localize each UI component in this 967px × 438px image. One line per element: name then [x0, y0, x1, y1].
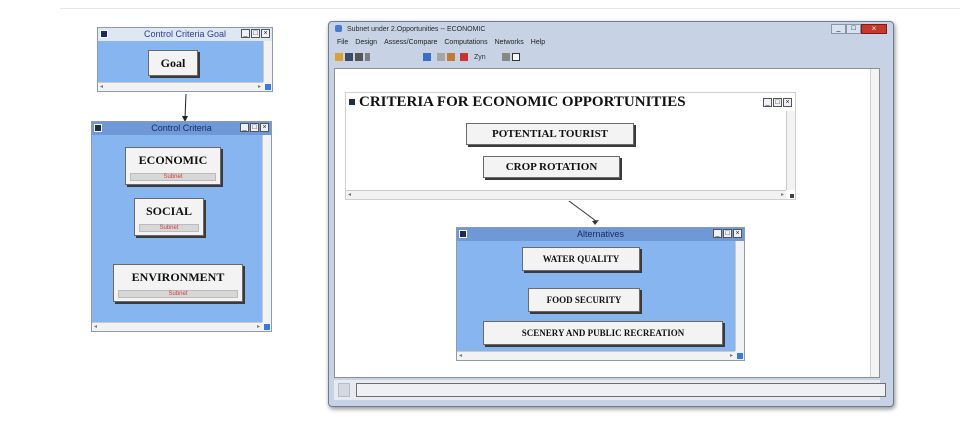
horizontal-scrollbar[interactable]: ◂ ▸ [457, 351, 735, 360]
menu-help[interactable]: Help [531, 39, 545, 46]
goal-node-label: Goal [160, 56, 186, 70]
options-icon[interactable] [365, 53, 370, 61]
horizontal-scrollbar[interactable]: ◂ ▸ [98, 82, 263, 91]
resize-grip-icon[interactable] [263, 82, 272, 91]
horizontal-scrollbar[interactable]: ◂ ▸ [92, 322, 262, 331]
alternatives-titlebar[interactable]: Alternatives _ □ × [457, 228, 744, 241]
criteria-node-label: POTENTIAL TOURIST [491, 128, 609, 140]
alternative-node-food-security[interactable]: FOOD SECURITY [528, 288, 640, 312]
economic-subnet-button[interactable]: Subnet [130, 173, 216, 181]
economic-node-label: ECONOMIC [138, 153, 208, 167]
control-criteria-titlebar[interactable]: Control Criteria _ □ × [92, 122, 271, 135]
toolbar-left [335, 52, 370, 62]
save-icon[interactable] [345, 53, 353, 61]
alternative-node-water-quality[interactable]: WATER QUALITY [522, 247, 640, 271]
social-node[interactable]: SOCIAL Subnet [134, 198, 204, 236]
close-icon[interactable]: × [261, 29, 270, 38]
alternative-node-scenery[interactable]: SCENERY AND PUBLIC RECREATION [483, 321, 723, 345]
criteria-node-potential-tourist[interactable]: POTENTIAL TOURIST [466, 123, 634, 145]
resize-grip-icon[interactable] [735, 351, 744, 360]
menu-bar: File Design Assess/Compare Computations … [337, 39, 545, 46]
vertical-scrollbar[interactable] [870, 69, 879, 377]
status-bar [334, 380, 886, 400]
criteria-to-alternatives-arrow [568, 200, 599, 225]
goal-window-title: Control Criteria Goal [143, 29, 227, 39]
minimize-icon[interactable]: _ [763, 98, 772, 107]
main-window-titlebar[interactable]: Subnet under 2.Opportunities -- ECONOMIC [335, 25, 485, 33]
resize-grip-icon[interactable] [262, 322, 271, 331]
bar-chart-icon[interactable] [460, 53, 468, 61]
main-window-title: Subnet under 2.Opportunities -- ECONOMIC [346, 26, 486, 33]
close-icon[interactable]: × [783, 98, 792, 107]
vertical-scrollbar[interactable] [263, 41, 272, 82]
window-menu-icon[interactable] [459, 230, 467, 238]
window-controls: _ □ × [831, 24, 887, 34]
criteria-window[interactable]: CRITERIA FOR ECONOMIC OPPORTUNITIES _ □ … [345, 92, 796, 200]
control-criteria-title: Control Criteria [151, 123, 212, 133]
alternative-node-label: FOOD SECURITY [546, 295, 622, 305]
arrow-icon[interactable] [437, 53, 445, 61]
vertical-scrollbar[interactable] [786, 111, 795, 190]
menu-file[interactable]: File [337, 39, 348, 46]
criteria-node-label: CROP ROTATION [505, 161, 598, 173]
horizontal-scrollbar[interactable]: ◂ ▸ [346, 190, 786, 199]
resize-grip-icon[interactable] [786, 190, 795, 199]
close-icon[interactable]: × [260, 123, 269, 132]
goal-window-titlebar[interactable]: Control Criteria Goal _ □ × [98, 28, 272, 41]
hand-icon[interactable] [447, 53, 455, 61]
network-icon[interactable] [423, 53, 431, 61]
menu-assess-compare[interactable]: Assess/Compare [384, 39, 437, 46]
alternatives-title: Alternatives [576, 229, 625, 239]
vertical-scrollbar[interactable] [262, 135, 271, 322]
toolbar-middle: Zyn [423, 52, 520, 62]
economic-node[interactable]: ECONOMIC Subnet [125, 147, 221, 185]
control-criteria-window[interactable]: Control Criteria _ □ × ECONOMIC Subnet S… [91, 121, 272, 332]
maximize-icon[interactable]: □ [251, 29, 260, 38]
minimize-icon[interactable]: _ [240, 123, 249, 132]
maximize-window-button[interactable]: □ [846, 24, 861, 34]
maximize-icon[interactable]: □ [723, 229, 732, 238]
node-box-icon[interactable] [511, 53, 520, 61]
alternative-node-label: SCENERY AND PUBLIC RECREATION [521, 328, 685, 338]
criteria-titlebar[interactable]: CRITERIA FOR ECONOMIC OPPORTUNITIES _ □ … [346, 93, 795, 111]
window-menu-icon[interactable] [94, 124, 102, 132]
vertical-scrollbar[interactable] [735, 241, 744, 351]
top-divider [60, 8, 960, 9]
print-icon[interactable] [355, 53, 363, 61]
minimize-window-button[interactable]: _ [831, 24, 846, 34]
goal-node[interactable]: Goal [148, 50, 198, 76]
toolbar-zyn[interactable]: Zyn [474, 54, 486, 61]
menu-computations[interactable]: Computations [444, 39, 487, 46]
alternative-node-label: WATER QUALITY [542, 254, 620, 264]
environment-node[interactable]: ENVIRONMENT Subnet [113, 264, 243, 302]
criteria-node-crop-rotation[interactable]: CROP ROTATION [483, 156, 620, 178]
minimize-icon[interactable]: _ [241, 29, 250, 38]
window-menu-icon[interactable] [100, 30, 108, 38]
close-icon[interactable]: × [733, 229, 742, 238]
goal-window[interactable]: Control Criteria Goal _ □ × Goal ◂ ▸ [97, 27, 273, 92]
environment-node-label: ENVIRONMENT [131, 270, 225, 284]
criteria-title: CRITERIA FOR ECONOMIC OPPORTUNITIES [359, 94, 686, 110]
goal-to-criteria-arrow [182, 93, 188, 122]
menu-networks[interactable]: Networks [495, 39, 524, 46]
social-subnet-button[interactable]: Subnet [139, 224, 199, 232]
status-grip [338, 383, 350, 397]
close-window-button[interactable]: × [861, 24, 887, 34]
maximize-icon[interactable]: □ [250, 123, 259, 132]
maximize-icon[interactable]: □ [773, 98, 782, 107]
app-icon [335, 25, 342, 32]
status-field [356, 383, 886, 397]
menu-design[interactable]: Design [355, 39, 377, 46]
open-icon[interactable] [335, 53, 343, 61]
window-menu-icon[interactable] [348, 98, 356, 106]
alternatives-window[interactable]: Alternatives _ □ × WATER QUALITY FOOD SE… [456, 227, 745, 361]
social-node-label: SOCIAL [145, 204, 192, 218]
minimize-icon[interactable]: _ [713, 229, 722, 238]
environment-subnet-button[interactable]: Subnet [118, 290, 238, 298]
cluster-icon[interactable] [501, 53, 510, 61]
